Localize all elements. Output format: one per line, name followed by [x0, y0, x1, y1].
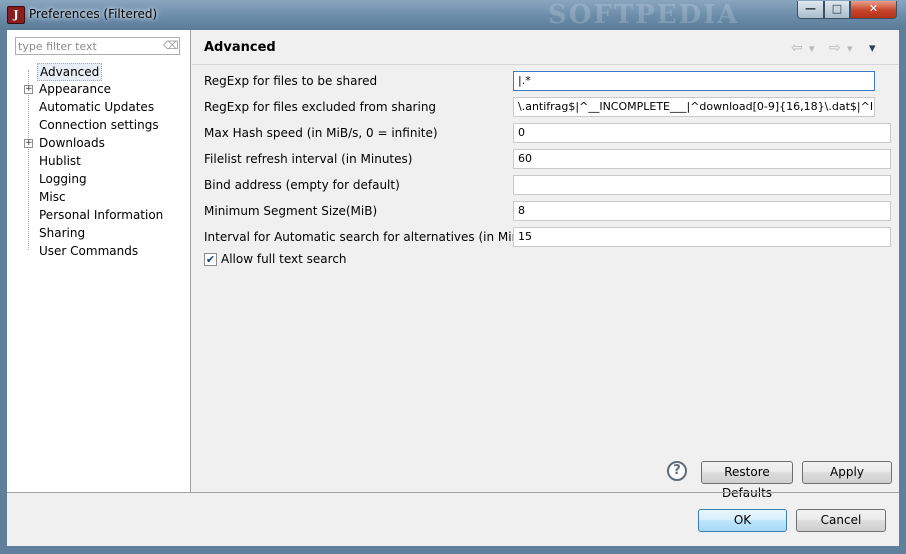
- min-segment-size-input[interactable]: 8: [513, 201, 891, 221]
- apply-button[interactable]: Apply: [802, 461, 892, 484]
- restore-defaults-button[interactable]: Restore Defaults: [701, 461, 793, 500]
- tree-item-user-commands[interactable]: User Commands: [39, 243, 138, 259]
- dialog-body: ⌫ Advanced + Appearance Automatic Update…: [7, 30, 899, 546]
- ok-button[interactable]: OK: [698, 509, 787, 532]
- shared-regexp-input[interactable]: |.*: [513, 71, 875, 91]
- window-title: Preferences (Filtered): [29, 7, 158, 21]
- forward-arrow-icon[interactable]: ⇨: [829, 40, 841, 56]
- cancel-button[interactable]: Cancel: [796, 509, 886, 532]
- field-label-max-hash-speed: Max Hash speed (in MiB/s, 0 = infinite): [204, 126, 438, 140]
- field-label-shared-regexp: RegExp for files to be shared: [204, 74, 378, 88]
- help-icon[interactable]: ?: [667, 461, 687, 481]
- field-label-excluded-regexp: RegExp for files excluded from sharing: [204, 100, 437, 114]
- field-label-filelist-refresh: Filelist refresh interval (in Minutes): [204, 152, 413, 166]
- preference-tree-panel: ⌫ Advanced + Appearance Automatic Update…: [7, 30, 191, 492]
- field-label-bind-address: Bind address (empty for default): [204, 178, 400, 192]
- page-title: Advanced: [204, 40, 276, 55]
- tree-item-personal-information[interactable]: Personal Information: [39, 207, 163, 223]
- watermark: SOFTPEDIA: [548, 0, 740, 30]
- tree-item-appearance[interactable]: Appearance: [39, 81, 111, 97]
- tree-item-logging[interactable]: Logging: [39, 171, 87, 187]
- expand-appearance-icon[interactable]: +: [24, 85, 33, 94]
- field-label-auto-search-interval: Interval for Automatic search for altern…: [204, 230, 550, 244]
- field-label-min-segment-size: Minimum Segment Size(MiB): [204, 204, 378, 218]
- forward-menu-icon[interactable]: ▾: [847, 42, 853, 55]
- tree-item-connection-settings[interactable]: Connection settings: [39, 117, 159, 133]
- page-navigation: ⇦ ▾ ⇨ ▾ ▾: [791, 40, 887, 56]
- clear-filter-icon[interactable]: ⌫: [163, 40, 179, 52]
- tree-item-advanced[interactable]: Advanced: [37, 63, 103, 81]
- filter-input[interactable]: [18, 39, 158, 53]
- minimize-button[interactable]: —: [797, 1, 824, 19]
- title-bar[interactable]: J Preferences (Filtered) SOFTPEDIA — □ ✕: [0, 0, 906, 30]
- full-text-search-checkbox[interactable]: ✔: [204, 253, 217, 266]
- tree-item-misc[interactable]: Misc: [39, 189, 66, 205]
- preferences-window: J Preferences (Filtered) SOFTPEDIA — □ ✕…: [0, 0, 906, 554]
- page-header: Advanced ⇦ ▾ ⇨ ▾ ▾: [192, 30, 899, 64]
- excluded-regexp-input[interactable]: \.antifrag$|^__INCOMPLETE___|^download[0…: [513, 97, 875, 117]
- tree-item-hublist[interactable]: Hublist: [39, 153, 81, 169]
- back-menu-icon[interactable]: ▾: [809, 42, 815, 55]
- tree-item-sharing[interactable]: Sharing: [39, 225, 85, 241]
- view-menu-icon[interactable]: ▾: [869, 41, 876, 56]
- tree-guide-line: [28, 70, 30, 250]
- max-hash-speed-input[interactable]: 0: [513, 123, 891, 143]
- header-divider: [192, 64, 899, 65]
- back-arrow-icon[interactable]: ⇦: [791, 40, 803, 56]
- auto-search-interval-input[interactable]: 15: [513, 227, 891, 247]
- tree-item-downloads[interactable]: Downloads: [39, 135, 105, 151]
- close-button[interactable]: ✕: [850, 1, 897, 19]
- full-text-search-label[interactable]: Allow full text search: [221, 250, 347, 268]
- bind-address-input[interactable]: [513, 175, 891, 195]
- maximize-button[interactable]: □: [824, 1, 850, 19]
- app-icon: J: [7, 6, 25, 24]
- expand-downloads-icon[interactable]: +: [24, 139, 33, 148]
- preference-page: Advanced ⇦ ▾ ⇨ ▾ ▾ RegExp for files to b…: [192, 30, 899, 500]
- footer-divider: [7, 492, 899, 493]
- filter-box[interactable]: ⌫: [15, 37, 180, 55]
- filelist-refresh-input[interactable]: 60: [513, 149, 891, 169]
- tree-item-automatic-updates[interactable]: Automatic Updates: [39, 99, 154, 115]
